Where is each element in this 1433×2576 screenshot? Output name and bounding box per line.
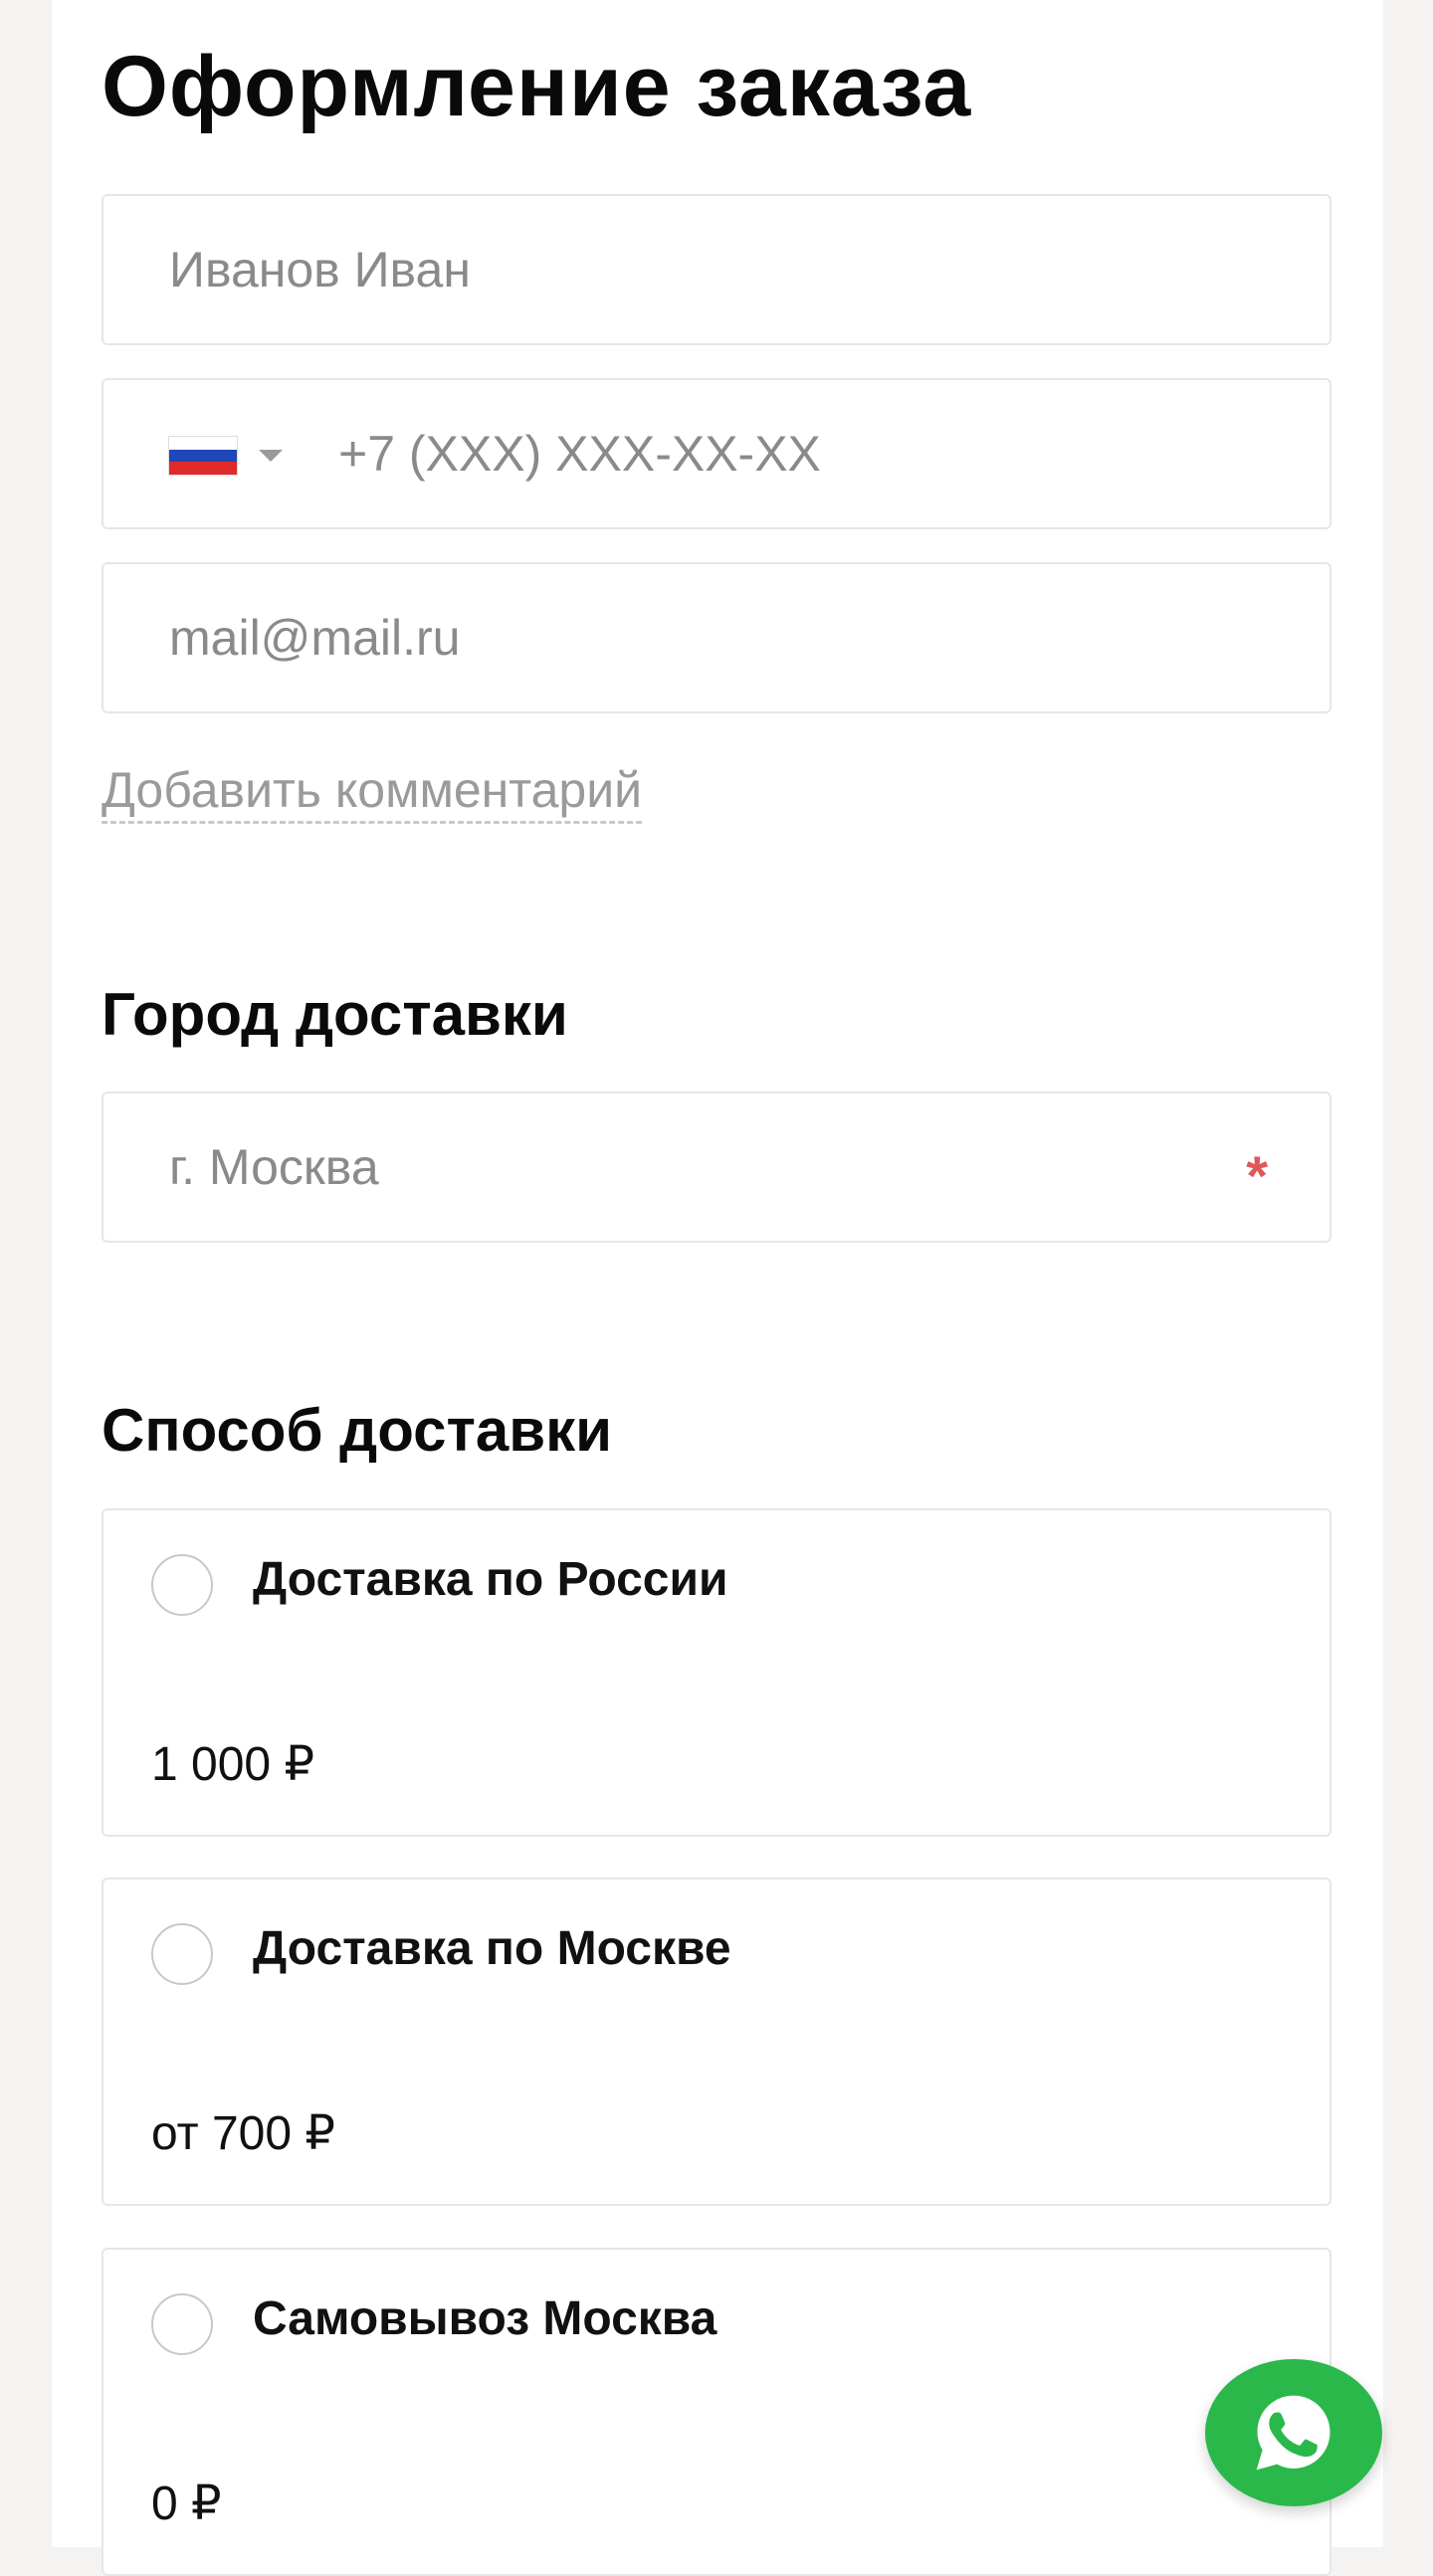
delivery-option-price: от 700 ₽ — [151, 2107, 335, 2160]
whatsapp-button[interactable] — [1205, 2359, 1382, 2506]
name-field — [102, 194, 1331, 345]
delivery-section-title: Способ доставки — [102, 1397, 613, 1464]
required-asterisk: * — [1246, 1144, 1268, 1207]
city-section-title: Город доставки — [102, 981, 568, 1048]
email-field — [102, 562, 1331, 713]
add-comment-link[interactable]: Добавить комментарий — [102, 761, 643, 824]
city-field: * — [102, 1091, 1331, 1243]
radio-button[interactable] — [151, 2293, 213, 2355]
city-input[interactable] — [169, 1093, 1244, 1241]
name-input[interactable] — [169, 196, 1244, 343]
radio-button[interactable] — [151, 1554, 213, 1616]
delivery-option-pickup[interactable]: Самовывоз Москва 0 ₽ — [102, 2248, 1331, 2576]
chevron-down-icon[interactable] — [259, 450, 283, 462]
checkout-page: Оформление заказа Добавить комментарий Г… — [52, 0, 1383, 2576]
delivery-option-moscow[interactable]: Доставка по Москве от 700 ₽ — [102, 1878, 1331, 2206]
delivery-option-title: Доставка по России — [253, 1553, 728, 1606]
delivery-option-title: Самовывоз Москва — [253, 2292, 717, 2345]
phone-field — [102, 378, 1331, 529]
russia-flag-icon[interactable] — [169, 437, 237, 476]
phone-input[interactable] — [338, 380, 1234, 527]
whatsapp-icon — [1256, 2395, 1331, 2471]
delivery-option-russia[interactable]: Доставка по России 1 000 ₽ — [102, 1508, 1331, 1837]
radio-button[interactable] — [151, 1923, 213, 1985]
email-input[interactable] — [169, 564, 1244, 711]
delivery-option-title: Доставка по Москве — [253, 1922, 731, 1975]
page-title: Оформление заказа — [102, 39, 972, 134]
delivery-option-price: 0 ₽ — [151, 2477, 222, 2530]
delivery-option-price: 1 000 ₽ — [151, 1738, 314, 1791]
